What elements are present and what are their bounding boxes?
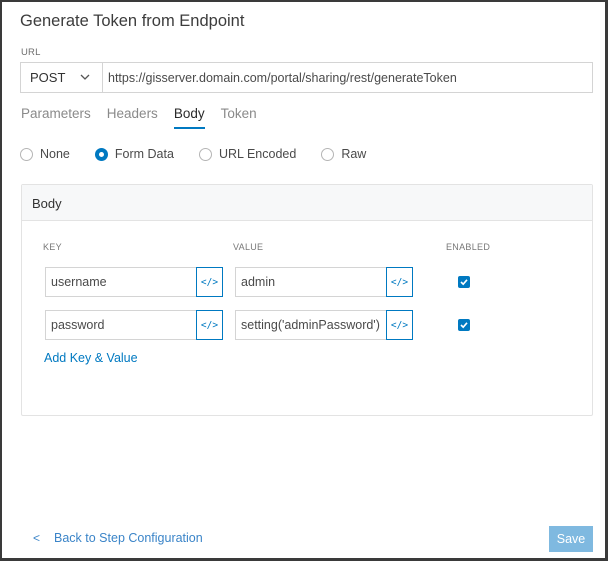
code-icon: </>: [200, 276, 219, 288]
code-expression-button[interactable]: </>: [386, 267, 413, 297]
enabled-checkbox[interactable]: [458, 319, 470, 331]
radio-circle-icon: [321, 147, 335, 161]
key-column-header: KEY: [43, 242, 62, 252]
key-input[interactable]: username: [45, 267, 197, 297]
enabled-column-header: ENABLED: [446, 242, 491, 252]
value-value: setting('adminPassword'): [241, 318, 380, 332]
code-expression-button[interactable]: </>: [386, 310, 413, 340]
value-value: admin: [241, 275, 276, 289]
radio-circle-icon: [198, 147, 212, 161]
radio-none[interactable]: None: [20, 147, 70, 161]
dialog-title: Generate Token from Endpoint: [20, 12, 245, 30]
code-icon: </>: [390, 319, 409, 331]
checkmark-icon: [460, 322, 468, 329]
body-type-radio-group: None Form Data URL Encoded Raw: [20, 147, 391, 161]
tab-headers[interactable]: Headers: [107, 106, 158, 127]
radio-circle-icon: [20, 147, 33, 161]
add-key-value-link[interactable]: Add Key & Value: [44, 351, 138, 365]
radio-url-encoded[interactable]: URL Encoded: [198, 147, 297, 161]
checkmark-icon: [460, 279, 468, 286]
radio-form-data[interactable]: Form Data: [94, 147, 174, 161]
method-select[interactable]: POST: [20, 62, 103, 93]
url-value: https://gisserver.domain.com/portal/shar…: [108, 70, 457, 85]
code-icon: </>: [390, 276, 409, 288]
save-button[interactable]: Save: [549, 526, 593, 552]
value-input[interactable]: setting('adminPassword'): [235, 310, 387, 340]
code-expression-button[interactable]: </>: [196, 310, 223, 340]
key-value: username: [51, 275, 107, 289]
back-label: Back to Step Configuration: [54, 531, 203, 545]
body-panel-title: Body: [22, 185, 592, 221]
body-panel: Body KEY VALUE ENABLED username </> admi…: [21, 184, 593, 416]
tab-bar: Parameters Headers Body Token: [21, 106, 273, 129]
enabled-checkbox[interactable]: [458, 276, 470, 288]
url-input[interactable]: https://gisserver.domain.com/portal/shar…: [102, 62, 593, 93]
radio-raw[interactable]: Raw: [321, 147, 366, 161]
value-column-header: VALUE: [233, 242, 264, 252]
chevron-left-icon: <: [33, 531, 41, 545]
radio-label: Form Data: [114, 147, 174, 161]
code-icon: </>: [200, 319, 219, 331]
key-input[interactable]: password: [45, 310, 197, 340]
key-value: password: [51, 318, 105, 332]
code-expression-button[interactable]: </>: [196, 267, 223, 297]
chevron-down-icon: [80, 74, 90, 80]
dialog: Generate Token from Endpoint URL POST ht…: [0, 0, 608, 561]
back-to-step-configuration-link[interactable]: < Back to Step Configuration: [33, 531, 203, 545]
radio-label: URL Encoded: [218, 147, 297, 161]
tab-token[interactable]: Token: [221, 106, 257, 127]
tab-parameters[interactable]: Parameters: [21, 106, 91, 127]
method-value: POST: [30, 70, 66, 85]
radio-label: Raw: [341, 147, 367, 161]
value-input[interactable]: admin: [235, 267, 387, 297]
radio-label: None: [40, 147, 70, 161]
radio-checked-icon: [94, 147, 108, 161]
tab-body[interactable]: Body: [173, 106, 205, 129]
url-label: URL: [21, 47, 41, 58]
